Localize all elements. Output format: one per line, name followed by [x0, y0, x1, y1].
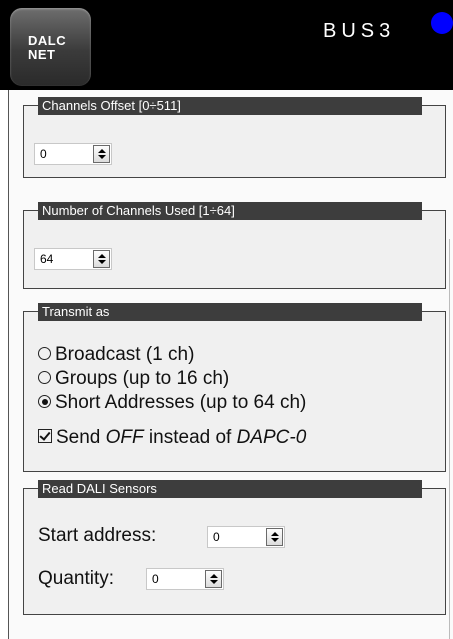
channels-offset-group: Channels Offset [0÷511]	[23, 97, 446, 178]
start-address-stepper[interactable]	[207, 526, 285, 548]
radio-groups-control[interactable]	[38, 371, 51, 384]
start-address-label: Start address:	[38, 525, 157, 546]
send-off-checkbox-row[interactable]: Send OFF instead of DAPC-0	[38, 426, 306, 450]
channels-used-input[interactable]	[35, 249, 95, 269]
bus-label: BUS3	[323, 20, 396, 42]
channels-offset-spin-button[interactable]	[93, 145, 110, 163]
spin-down-icon	[98, 155, 106, 159]
send-off-em-off: OFF	[105, 427, 144, 448]
spin-down-icon	[210, 580, 218, 584]
quantity-label: Quantity:	[38, 568, 115, 589]
transmit-title: Transmit as	[38, 303, 422, 321]
scrollbar-track[interactable]	[449, 239, 450, 639]
start-address-input[interactable]	[208, 527, 268, 547]
radio-broadcast-control[interactable]	[38, 347, 51, 360]
send-off-em-dapc: DAPC-0	[236, 427, 307, 448]
dali-sensors-group: Read DALI Sensors Start address: Quantit…	[23, 480, 446, 615]
spin-up-icon	[98, 149, 106, 153]
send-off-middle: instead of	[143, 427, 237, 448]
radio-groups-label: Groups (up to 16 ch)	[55, 368, 230, 389]
spin-up-icon	[271, 532, 279, 536]
status-indicator	[431, 12, 453, 34]
channels-used-title: Number of Channels Used [1÷64]	[38, 202, 422, 220]
quantity-input[interactable]	[147, 569, 207, 589]
header-bar: DALC NET BUS3	[0, 0, 453, 90]
channels-used-stepper[interactable]	[34, 248, 112, 270]
spin-up-icon	[98, 254, 106, 258]
send-off-checkbox[interactable]	[38, 429, 52, 443]
radio-short-addresses-label: Short Addresses (up to 64 ch)	[55, 392, 307, 413]
spin-up-icon	[210, 574, 218, 578]
radio-short-addresses-control[interactable]	[38, 395, 51, 408]
transmit-group: Transmit as Broadcast (1 ch) Groups (up …	[23, 303, 446, 472]
radio-short-addresses[interactable]: Short Addresses (up to 64 ch)	[38, 391, 306, 415]
quantity-spin-button[interactable]	[205, 570, 222, 588]
radio-broadcast-label: Broadcast (1 ch)	[55, 344, 195, 365]
quantity-stepper[interactable]	[146, 568, 224, 590]
radio-groups[interactable]: Groups (up to 16 ch)	[38, 367, 229, 391]
radio-broadcast[interactable]: Broadcast (1 ch)	[38, 343, 194, 367]
channels-used-spin-button[interactable]	[93, 250, 110, 268]
spin-down-icon	[98, 260, 106, 264]
channels-offset-input[interactable]	[35, 144, 95, 164]
channels-used-group: Number of Channels Used [1÷64]	[23, 202, 446, 289]
dalcnet-logo: DALC NET	[10, 8, 91, 86]
logo-text: DALC NET	[28, 34, 88, 62]
channels-offset-stepper[interactable]	[34, 143, 112, 165]
spin-down-icon	[271, 538, 279, 542]
logo-line-1: DALC	[28, 33, 67, 48]
dali-sensors-title: Read DALI Sensors	[38, 480, 422, 498]
send-off-prefix: Send	[56, 427, 106, 448]
channels-offset-title: Channels Offset [0÷511]	[38, 97, 422, 115]
start-address-spin-button[interactable]	[266, 528, 283, 546]
logo-line-2: NET	[28, 47, 56, 62]
